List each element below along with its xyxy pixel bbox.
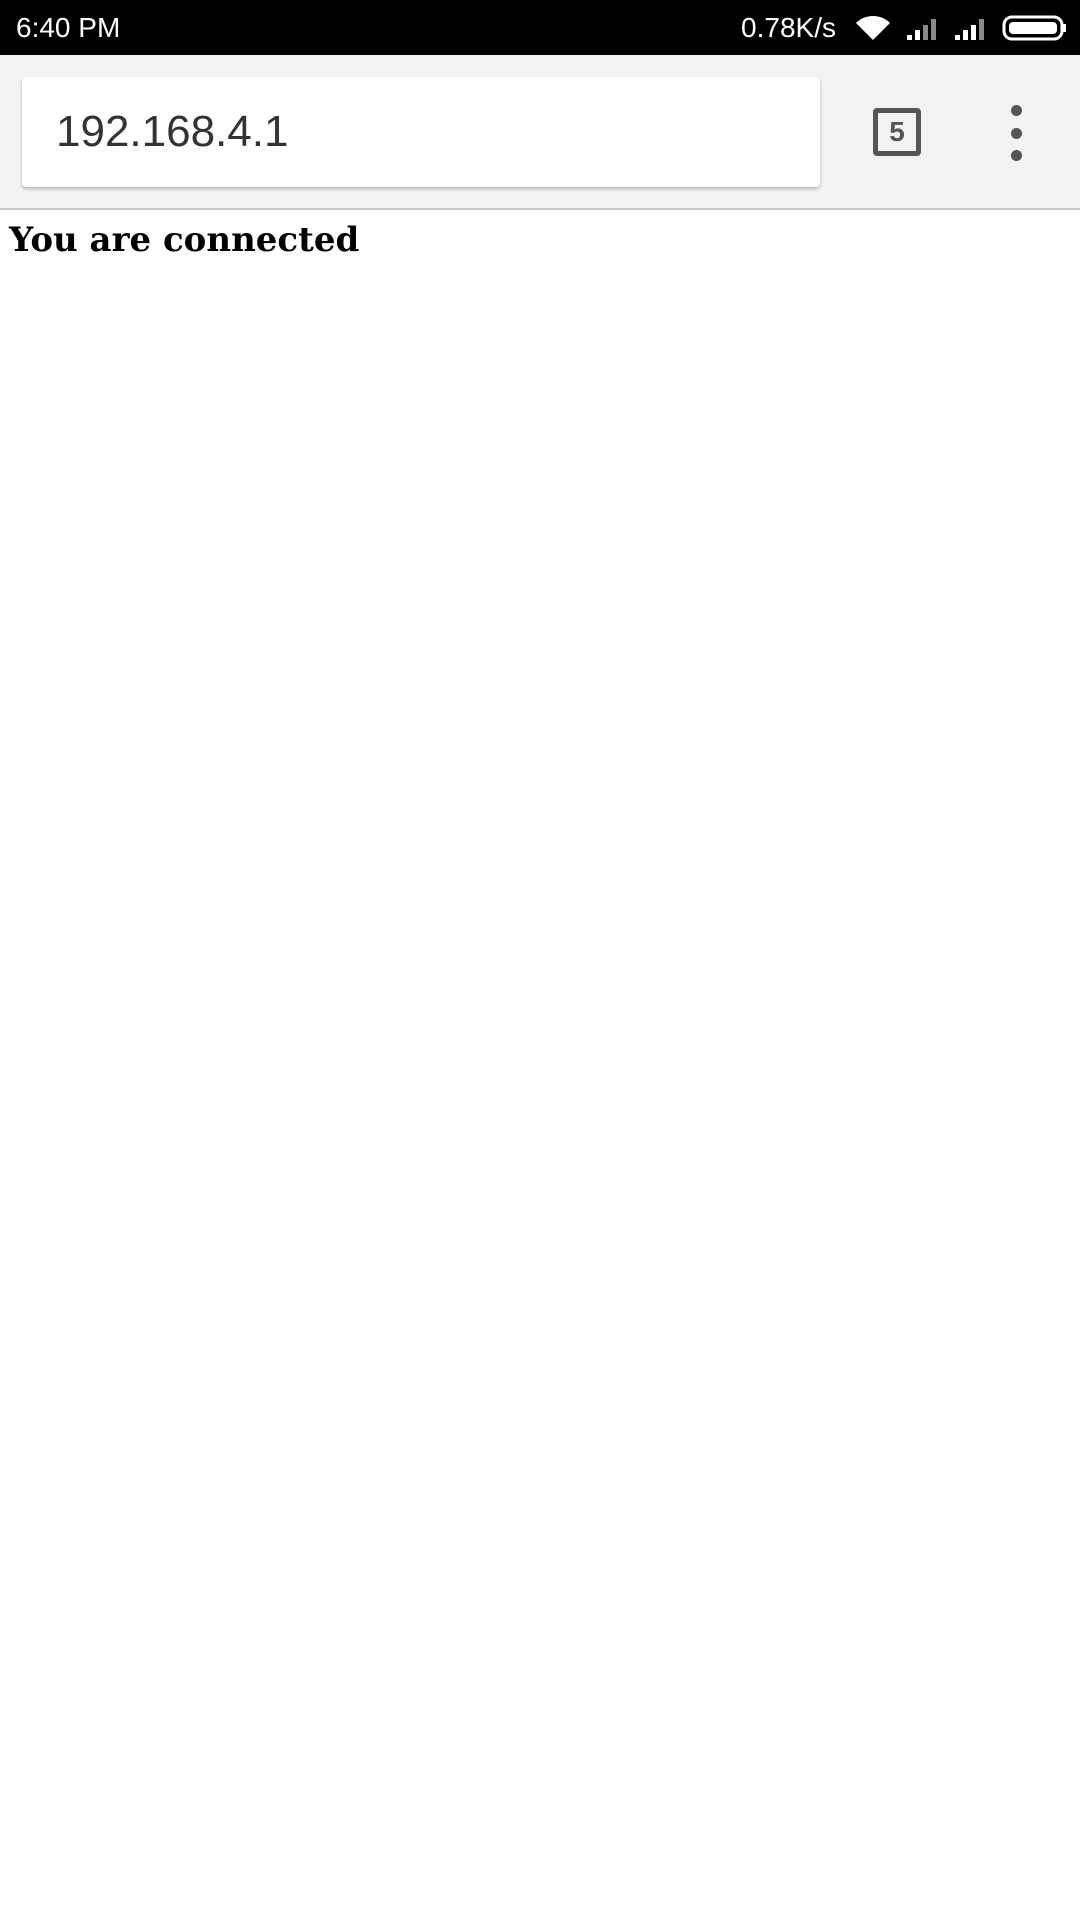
browser-toolbar: 192.168.4.1 5 [0,55,1080,210]
page-content: You are connected [0,210,1080,1920]
battery-icon [1002,14,1068,42]
more-vert-icon[interactable] [996,105,1036,161]
signal-icon [906,15,940,41]
wifi-icon [854,14,892,42]
menu-dot [1010,127,1022,139]
status-time: 6:40 PM [16,12,121,43]
tab-switcher-button[interactable]: 5 [873,108,921,156]
status-bar: 6:40 PM 0.78K/s [0,0,1080,55]
tab-count: 5 [889,116,905,147]
signal-icon [954,15,988,41]
menu-dot [1010,150,1022,161]
network-speed: 0.78K/s [741,12,836,43]
menu-dot [1010,105,1022,116]
status-indicators: 0.78K/s [741,0,1068,55]
page-heading: You are connected [9,220,360,260]
url-text[interactable]: 192.168.4.1 [56,77,288,187]
url-bar[interactable]: 192.168.4.1 [22,77,820,187]
